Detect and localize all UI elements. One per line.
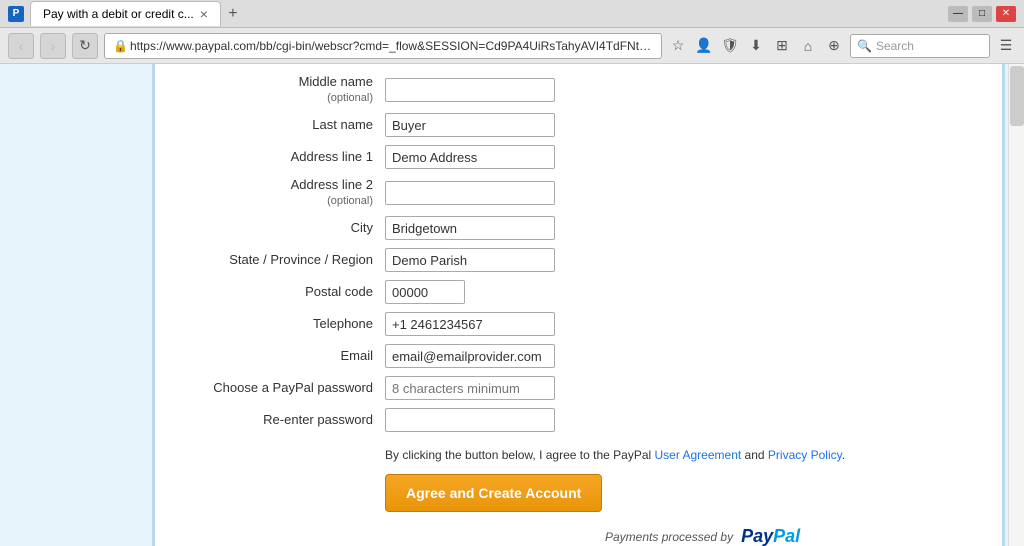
agree-section: By clicking the button below, I agree to… [165,446,962,546]
middle-name-input[interactable] [385,78,555,102]
left-sidebar [0,64,155,546]
tab-close-button[interactable]: × [200,6,208,22]
bookmark-star-icon[interactable]: ☆ [668,36,688,56]
privacy-policy-link[interactable]: Privacy Policy [768,448,842,462]
city-label: City [165,220,385,237]
email-row: Email [165,344,962,368]
address-line1-row: Address line 1 [165,145,962,169]
shield-icon[interactable]: 🛡 [720,36,740,56]
scrollbar-thumb[interactable] [1010,66,1024,126]
telephone-label: Telephone [165,316,385,333]
extensions-icon[interactable]: ⊕ [824,36,844,56]
refresh-icon: ↻ [79,37,91,54]
forward-icon: › [51,38,56,54]
postal-label: Postal code [165,284,385,301]
postal-input[interactable] [385,280,465,304]
forward-button[interactable]: › [40,33,66,59]
postal-row: Postal code [165,280,962,304]
password-label: Choose a PayPal password [165,380,385,397]
agree-create-account-button[interactable]: Agree and Create Account [385,474,602,512]
address-line2-input[interactable] [385,181,555,205]
reenter-password-row: Re-enter password [165,408,962,432]
url-text: https://www.paypal.com/bb/cgi-bin/webscr… [130,39,653,53]
password-input[interactable] [385,376,555,400]
telephone-row: Telephone [165,312,962,336]
address-line2-row: Address line 2 (optional) [165,177,962,208]
city-input[interactable] [385,216,555,240]
home-icon[interactable]: ⌂ [798,36,818,56]
scrollbar[interactable] [1008,64,1024,546]
state-row: State / Province / Region [165,248,962,272]
agree-text-middle: and [741,448,768,462]
agree-text-prefix: By clicking the button below, I agree to… [385,448,655,462]
address-line2-label: Address line 2 (optional) [165,177,385,208]
back-icon: ‹ [19,38,24,54]
search-bar[interactable]: 🔍 Search [850,34,990,58]
paypal-logo: PayPal [741,526,800,546]
reenter-password-label: Re-enter password [165,412,385,429]
minimize-button[interactable]: — [948,6,968,22]
paypal-footer: Payments processed by PayPal [385,526,962,546]
lock-icon: 🔒 [113,39,128,53]
state-label: State / Province / Region [165,252,385,269]
browser-favicon: P [8,6,24,22]
email-input[interactable] [385,344,555,368]
browser-tab[interactable]: Pay with a debit or credit c... × [30,1,221,26]
refresh-button[interactable]: ↻ [72,33,98,59]
address-bar[interactable]: 🔒 https://www.paypal.com/bb/cgi-bin/webs… [104,33,662,59]
middle-name-optional: (optional) [165,91,373,105]
form-container: Middle name (optional) Last name Address… [155,64,1002,546]
search-icon: 🔍 [857,39,872,53]
tab-title: Pay with a debit or credit c... [43,7,194,21]
close-button[interactable]: ✕ [996,6,1016,22]
download-icon[interactable]: ⬇ [746,36,766,56]
middle-name-label: Middle name (optional) [165,74,385,105]
user-agreement-link[interactable]: User Agreement [655,448,742,462]
window-controls: — □ ✕ [948,6,1016,22]
agree-text-suffix: . [842,448,845,462]
agree-text: By clicking the button below, I agree to… [385,446,962,464]
menu-icon[interactable]: ☰ [996,36,1016,56]
page-content: Middle name (optional) Last name Address… [0,64,1024,546]
profile-icon[interactable]: 👤 [694,36,714,56]
last-name-input[interactable] [385,113,555,137]
back-button[interactable]: ‹ [8,33,34,59]
state-input[interactable] [385,248,555,272]
last-name-row: Last name [165,113,962,137]
maximize-button[interactable]: □ [972,6,992,22]
apps-icon[interactable]: ⊞ [772,36,792,56]
search-placeholder: Search [876,39,914,53]
reenter-password-input[interactable] [385,408,555,432]
email-label: Email [165,348,385,365]
address-line2-optional: (optional) [165,194,373,208]
last-name-label: Last name [165,117,385,134]
payments-processed-text: Payments processed by [605,530,733,544]
browser-titlebar: P Pay with a debit or credit c... × + — … [0,0,1024,28]
city-row: City [165,216,962,240]
toolbar-icons: ☆ 👤 🛡 ⬇ ⊞ ⌂ ⊕ [668,36,844,56]
address-line1-label: Address line 1 [165,149,385,166]
main-area: Middle name (optional) Last name Address… [155,64,1002,546]
browser-toolbar: ‹ › ↻ 🔒 https://www.paypal.com/bb/cgi-bi… [0,28,1024,64]
telephone-input[interactable] [385,312,555,336]
new-tab-button[interactable]: + [221,2,245,26]
address-line1-input[interactable] [385,145,555,169]
password-row: Choose a PayPal password [165,376,962,400]
middle-name-row: Middle name (optional) [165,74,962,105]
